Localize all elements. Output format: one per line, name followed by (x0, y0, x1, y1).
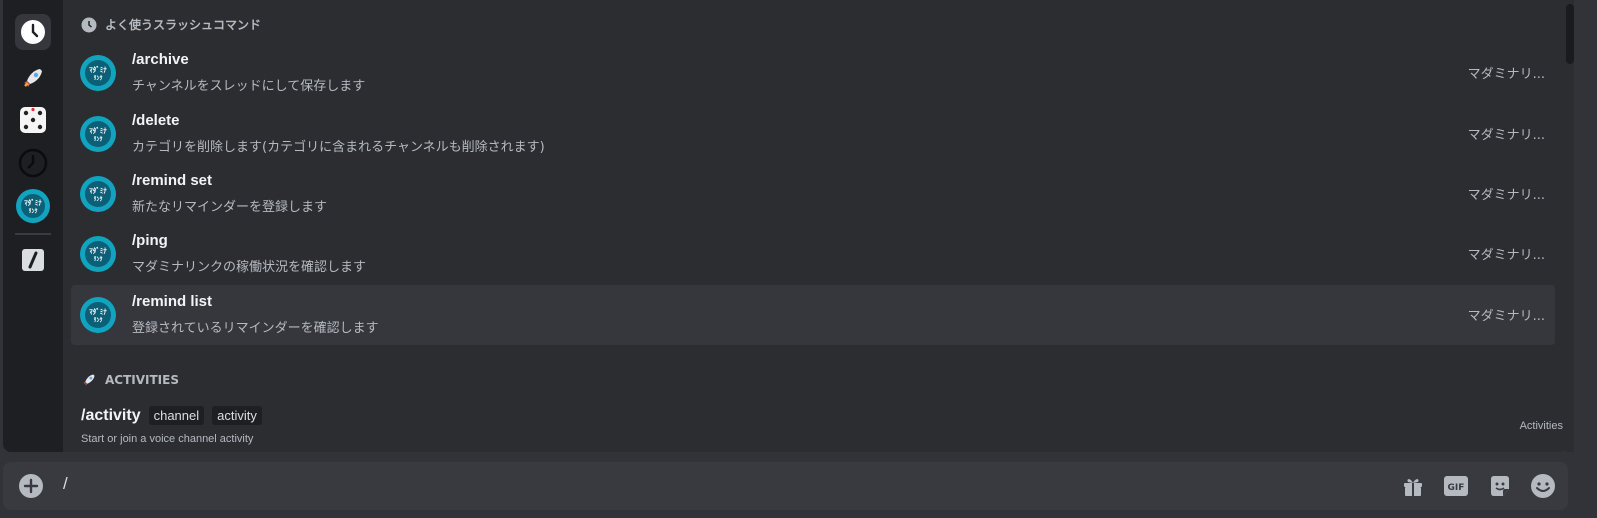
command-app-avatar: ﾏﾀﾞﾐﾅ ﾘﾝｸ (80, 297, 116, 333)
command-category-rail: ﾏﾀﾞﾐﾅ ﾘﾝｸ (3, 0, 63, 452)
command-description: チャンネルをスレッドにして保存します (132, 79, 366, 94)
rail-separator (15, 233, 51, 235)
command-name: /remind set (132, 172, 213, 189)
command-row-activity[interactable]: /activity channel activity Start or join… (81, 400, 1563, 452)
gif-button[interactable]: GIF (1443, 473, 1469, 499)
gift-icon (1404, 479, 1422, 496)
clock-icon (81, 17, 97, 32)
svg-text:ﾘﾝｸ: ﾘﾝｸ (93, 255, 102, 263)
frequent-section-title: よく使うスラッシュコマンド (105, 18, 262, 32)
scrollbar-thumb[interactable] (1566, 4, 1574, 64)
app-avatar: ﾏﾀﾞﾐﾅﾘﾝｸ (16, 189, 50, 223)
command-app-avatar: ﾏﾀﾞﾐﾅ ﾘﾝｸ (80, 55, 116, 91)
command-picker-panel: ﾏﾀﾞﾐﾅ ﾘﾝｸ よく使うスラッシュコマンド ﾏﾀﾞﾐﾅ ﾘﾝｸ /archive… (3, 0, 1568, 452)
sticker-button[interactable] (1487, 473, 1513, 499)
activities-section-title: ACTIVITIES (105, 373, 179, 387)
command-source: マダミナリ... (1467, 309, 1545, 324)
plus-circle-icon (19, 474, 43, 498)
rail-activities-button[interactable] (15, 60, 51, 96)
rocket-icon (83, 374, 95, 386)
command-description: Start or join a voice channel activity (81, 433, 254, 445)
command-name: /remind list (132, 293, 213, 310)
svg-text:ﾘﾝｸ: ﾘﾝｸ (28, 207, 37, 215)
option-chip-activity: activity (212, 406, 262, 425)
command-name: /ping (132, 232, 168, 249)
command-name: /delete (132, 112, 180, 129)
command-source: マダミナリ... (1467, 67, 1545, 82)
command-list-scrollbar[interactable] (1566, 0, 1574, 452)
command-source: マダミナリ... (1467, 188, 1545, 203)
command-row-delete[interactable]: ﾏﾀﾞﾐﾅ ﾘﾝｸ /delete カテゴリを削除します(カテゴリに含まれるチャン… (71, 104, 1555, 164)
rail-timer-app-button[interactable] (15, 145, 51, 181)
svg-text:GIF: GIF (1448, 483, 1465, 493)
svg-text:ﾘﾝｸ: ﾘﾝｸ (93, 74, 102, 82)
emoji-icon (1531, 474, 1555, 498)
command-source: マダミナリ... (1467, 248, 1545, 263)
rail-builtin-button[interactable] (15, 242, 51, 278)
svg-text:ﾏﾀﾞﾐﾅ: ﾏﾀﾞﾐﾅ (89, 126, 107, 135)
sticker-icon (1491, 476, 1509, 496)
rail-recent-button[interactable] (15, 14, 51, 50)
svg-text:ﾏﾀﾞﾐﾅ: ﾏﾀﾞﾐﾅ (89, 186, 107, 195)
command-list: よく使うスラッシュコマンド ﾏﾀﾞﾐﾅ ﾘﾝｸ /archive チャンネルをスレ… (63, 0, 1568, 452)
message-input[interactable]: / (63, 474, 68, 494)
svg-text:ﾘﾝｸ: ﾘﾝｸ (93, 195, 102, 203)
command-name: /activity (81, 406, 141, 424)
svg-text:ﾏﾀﾞﾐﾅ: ﾏﾀﾞﾐﾅ (89, 65, 107, 74)
app-root: ﾏﾀﾞﾐﾅ ﾘﾝｸ よく使うスラッシュコマンド ﾏﾀﾞﾐﾅ ﾘﾝｸ /archive… (0, 0, 1597, 518)
command-row-ping[interactable]: ﾏﾀﾞﾐﾅ ﾘﾝｸ /ping マダミナリンクの稼働状況を確認します マダミナリ.… (71, 224, 1555, 284)
command-row-remind-list[interactable]: ﾏﾀﾞﾐﾅ ﾘﾝｸ /remind list 登録されているリマインダーを確認しま… (71, 285, 1555, 345)
activities-section-header: ACTIVITIES (81, 372, 179, 388)
svg-text:ﾘﾝｸ: ﾘﾝｸ (93, 135, 102, 143)
emoji-button[interactable] (1530, 473, 1556, 499)
rocket-icon (24, 69, 42, 87)
command-description: 登録されているリマインダーを確認します (132, 321, 379, 336)
command-row-archive[interactable]: ﾏﾀﾞﾐﾅ ﾘﾝｸ /archive チャンネルをスレッドにして保存します マダミ… (71, 43, 1555, 103)
command-description: 新たなリマインダーを登録します (132, 200, 328, 215)
frequent-section-header: よく使うスラッシュコマンド (81, 16, 261, 33)
rail-app-avatar-button[interactable]: ﾏﾀﾞﾐﾅ ﾘﾝｸ (15, 188, 51, 224)
slash-icon (22, 249, 44, 271)
clock-outline-icon (18, 148, 48, 178)
command-app-avatar: ﾏﾀﾞﾐﾅ ﾘﾝｸ (80, 176, 116, 212)
command-description: マダミナリンクの稼働状況を確認します (132, 260, 367, 275)
attach-button[interactable] (19, 474, 43, 498)
svg-text:ﾏﾀﾞﾐﾅ: ﾏﾀﾞﾐﾅ (89, 307, 107, 316)
command-name-with-options: /activity channel activity (81, 406, 262, 425)
dice-icon (20, 107, 46, 133)
rail-games-button[interactable] (15, 102, 51, 138)
command-name: /archive (132, 51, 189, 68)
svg-text:ﾘﾝｸ: ﾘﾝｸ (93, 316, 102, 324)
command-app-avatar: ﾏﾀﾞﾐﾅ ﾘﾝｸ (80, 116, 116, 152)
command-description: カテゴリを削除します(カテゴリに含まれるチャンネルも削除されます) (132, 140, 545, 155)
gif-icon: GIF (1444, 476, 1468, 496)
svg-text:ﾏﾀﾞﾐﾅ: ﾏﾀﾞﾐﾅ (24, 198, 42, 207)
command-row-remind-set[interactable]: ﾏﾀﾞﾐﾅ ﾘﾝｸ /remind set 新たなリマインダーを登録します マダミ… (71, 164, 1555, 224)
command-source: Activities (1519, 420, 1563, 432)
gift-button[interactable] (1400, 473, 1426, 499)
clock-icon (21, 20, 45, 44)
svg-text:ﾏﾀﾞﾐﾅ: ﾏﾀﾞﾐﾅ (89, 246, 107, 255)
command-app-avatar: ﾏﾀﾞﾐﾅ ﾘﾝｸ (80, 236, 116, 272)
message-input-bar: / GIF (3, 462, 1568, 510)
option-chip-channel: channel (148, 406, 205, 425)
command-source: マダミナリ... (1467, 128, 1545, 143)
